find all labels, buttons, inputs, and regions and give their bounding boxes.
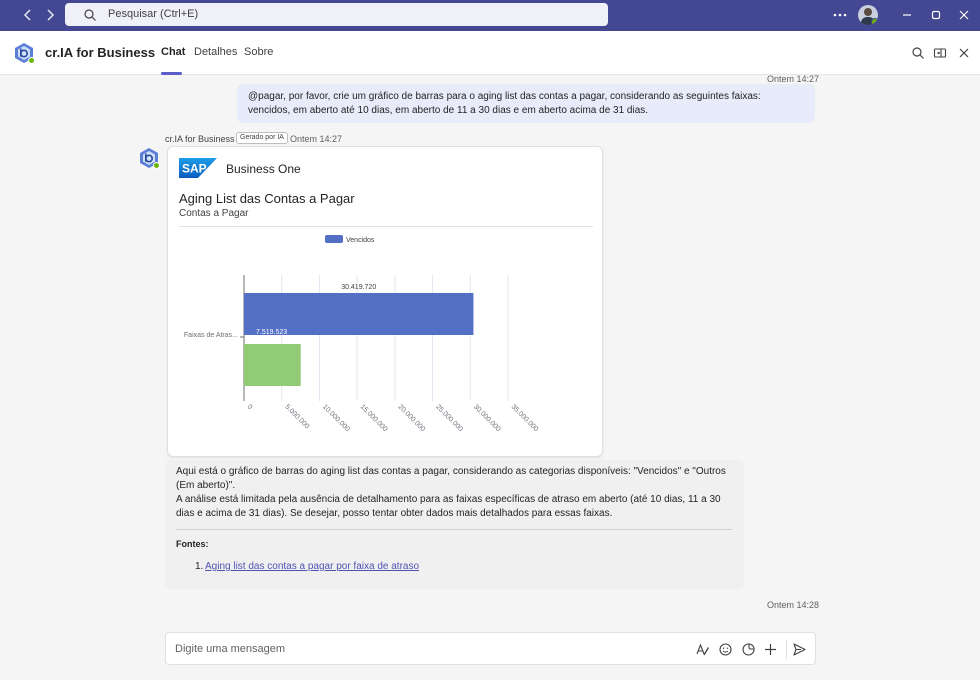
minimize-icon[interactable] [899, 8, 915, 22]
format-icon[interactable] [695, 642, 710, 657]
x-tick-label: 25.000.000 [434, 403, 464, 433]
x-tick-label: 10.000.000 [321, 403, 351, 433]
legend-label: Vencidos [346, 237, 375, 244]
svg-text:SAP: SAP [182, 162, 207, 176]
chart-subtitle: Contas a Pagar [179, 208, 249, 219]
app-title: cr.IA for Business [45, 45, 156, 60]
message-input[interactable]: Digite uma mensagem [175, 643, 675, 655]
chevron-left-icon[interactable] [20, 7, 36, 23]
y-category-label: Faixas de Atras... [184, 332, 238, 339]
bar-chart: Vencidos 0 5.000.000 10.000.000 15.000.000 2… [184, 235, 540, 433]
ai-generated-badge: Gerado por IA [236, 132, 288, 144]
tab-detalhes[interactable]: Detalhes [194, 46, 237, 58]
card-divider [179, 226, 593, 227]
bot-reply: Aqui está o gráfico de barras do aging l… [165, 460, 744, 589]
source-link[interactable]: Aging list das contas a pagar por faixa … [205, 561, 419, 572]
x-tick-label: 5.000.000 [283, 403, 310, 430]
title-bar: Pesquisar (Ctrl+E) [0, 0, 980, 31]
tab-chat[interactable]: Chat [161, 46, 185, 58]
user-message: @pagar, por favor, crie um gráfico de ba… [237, 84, 815, 123]
x-tick-label: 20.000.000 [396, 403, 426, 433]
sap-logo-icon: SAP [179, 158, 217, 178]
reply-paragraph-2: A análise está limitada pela ausência de… [176, 494, 721, 519]
bot-logo-icon [13, 42, 35, 64]
bar-em-aberto [244, 344, 301, 386]
bot-avatar-icon [138, 147, 160, 169]
sticker-icon[interactable] [741, 642, 756, 657]
bot-sender-name: cr.IA for Business [165, 134, 235, 144]
tab-sobre[interactable]: Sobre [244, 46, 273, 58]
avatar[interactable] [858, 5, 878, 25]
bar-data-label: 30.419.720 [341, 284, 376, 291]
chat-header: cr.IA for Business Chat Detalhes Sobre [0, 31, 980, 75]
chart-card: SAP Business One Aging List das Contas a… [167, 146, 603, 457]
reply-divider [176, 529, 732, 530]
search-icon [83, 8, 97, 22]
reply-paragraph-1: Aqui está o gráfico de barras do aging l… [176, 466, 726, 491]
x-tick-label: 0 [246, 403, 254, 411]
close-icon[interactable] [956, 8, 972, 22]
more-horizontal-icon[interactable] [832, 8, 848, 22]
search-input[interactable]: Pesquisar (Ctrl+E) [65, 3, 608, 26]
emoji-icon[interactable] [718, 642, 733, 657]
popout-icon[interactable] [933, 46, 947, 60]
chart-title: Aging List das Contas a Pagar [179, 191, 355, 206]
x-tick-label: 35.000.000 [510, 403, 540, 433]
card-brand: Business One [226, 162, 301, 176]
sources-title: Fontes: [176, 539, 209, 549]
compose-divider [786, 640, 787, 659]
presence-available-icon [871, 18, 878, 25]
last-message-timestamp: Ontem 14:28 [767, 600, 820, 610]
x-tick-label: 30.000.000 [472, 403, 502, 433]
legend-swatch [325, 235, 343, 243]
bar-data-label: 7.519.523 [256, 329, 287, 336]
bot-message-timestamp: Ontem 14:27 [290, 134, 343, 144]
add-icon[interactable] [763, 642, 778, 657]
x-tick-label: 15.000.000 [359, 403, 389, 433]
search-placeholder: Pesquisar (Ctrl+E) [108, 8, 199, 20]
compose-box[interactable]: Digite uma mensagem [165, 632, 816, 665]
search-icon[interactable] [911, 46, 925, 60]
active-tab-indicator [161, 72, 182, 75]
user-message-timestamp: Ontem 14:27 [767, 74, 820, 84]
maximize-icon[interactable] [928, 8, 944, 22]
send-icon[interactable] [792, 642, 807, 657]
chevron-right-icon[interactable] [42, 7, 58, 23]
source-number: 1. [195, 561, 204, 572]
close-chat-icon[interactable] [957, 46, 971, 60]
